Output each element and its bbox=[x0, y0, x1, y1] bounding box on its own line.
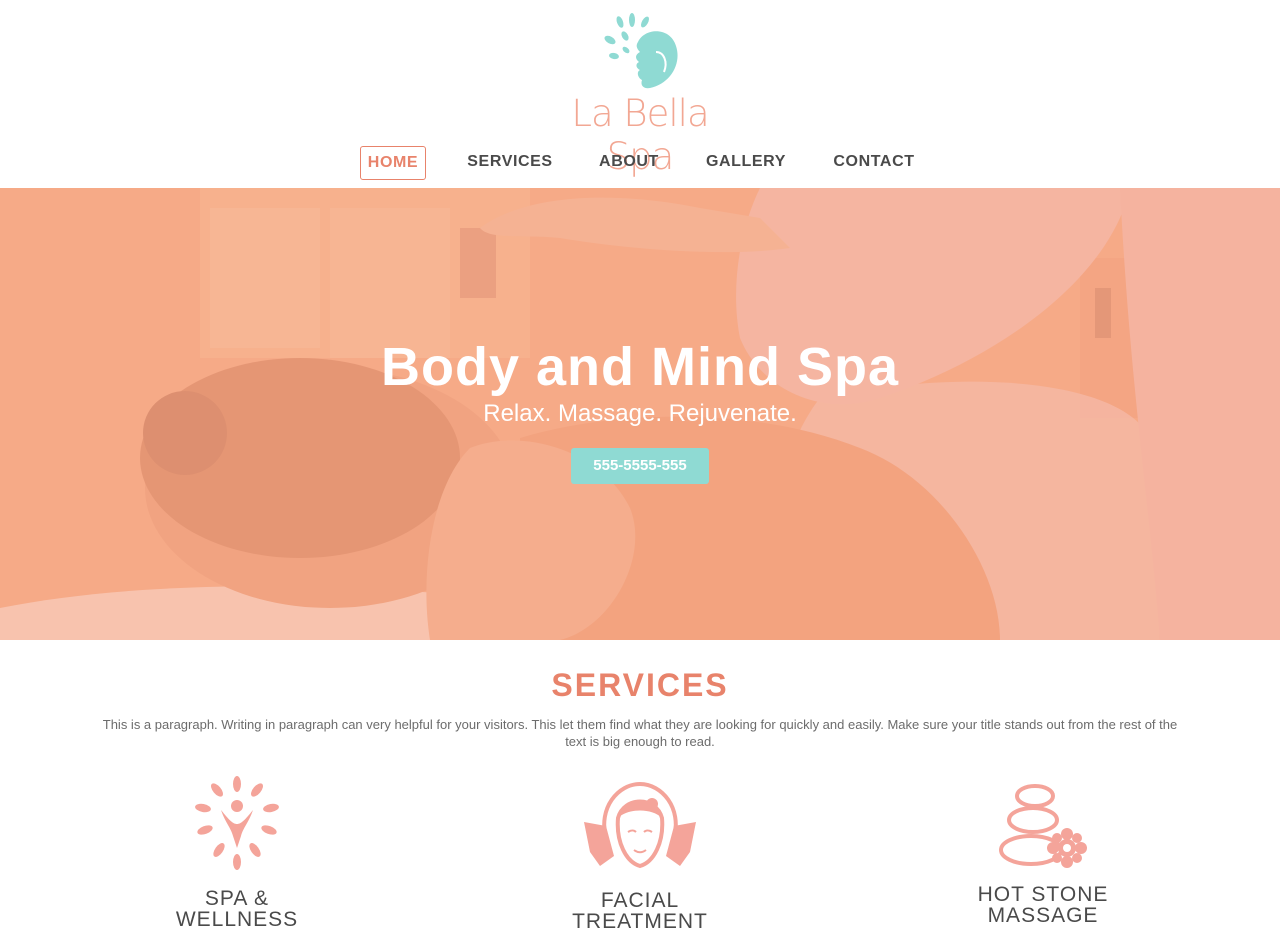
nav-services[interactable]: SERVICES bbox=[466, 146, 554, 180]
service-label-line1: FACIAL bbox=[600, 889, 680, 912]
nav-contact[interactable]: CONTACT bbox=[831, 146, 917, 180]
site-header: La Bella Spa HOME SERVICES ABOUT GALLERY… bbox=[0, 0, 1280, 188]
hero-subtitle: Relax. Massage. Rejuvenate. bbox=[483, 400, 797, 427]
site-logo[interactable]: La Bella Spa bbox=[540, 8, 740, 178]
service-label-line2: TREATMENT bbox=[572, 910, 708, 933]
service-hot-stone-massage[interactable]: HOT STONE MASSAGE bbox=[913, 784, 1173, 934]
service-label: FACIAL TREATMENT bbox=[510, 890, 770, 932]
service-label: SPA & WELLNESS bbox=[107, 888, 367, 930]
hero-banner: Body and Mind Spa Relax. Massage. Rejuve… bbox=[0, 188, 1280, 640]
woman-face-leaves-icon bbox=[604, 13, 678, 89]
nav-gallery[interactable]: GALLERY bbox=[704, 146, 788, 180]
services-paragraph: This is a paragraph. Writing in paragrap… bbox=[102, 717, 1178, 749]
main-nav: HOME SERVICES ABOUT GALLERY CONTACT bbox=[0, 146, 1280, 180]
services-heading: SERVICES bbox=[551, 667, 729, 703]
service-spa-wellness[interactable]: SPA & WELLNESS bbox=[107, 776, 367, 936]
hot-stones-icon bbox=[999, 784, 1087, 868]
wellness-figure-icon bbox=[195, 776, 279, 870]
nav-home[interactable]: HOME bbox=[360, 146, 426, 180]
service-label-line1: SPA & bbox=[204, 887, 270, 910]
hero-title: Body and Mind Spa bbox=[380, 337, 899, 397]
nav-about[interactable]: ABOUT bbox=[596, 146, 662, 180]
service-label-line1: HOT STONE bbox=[977, 883, 1109, 906]
service-label-line2: WELLNESS bbox=[175, 908, 299, 931]
service-label: HOT STONE MASSAGE bbox=[913, 884, 1173, 926]
service-label-line2: MASSAGE bbox=[987, 904, 1099, 927]
phone-call-button[interactable]: 555-5555-555 bbox=[571, 448, 709, 484]
facial-icon bbox=[584, 781, 696, 869]
service-facial-treatment[interactable]: FACIAL TREATMENT bbox=[510, 778, 770, 938]
